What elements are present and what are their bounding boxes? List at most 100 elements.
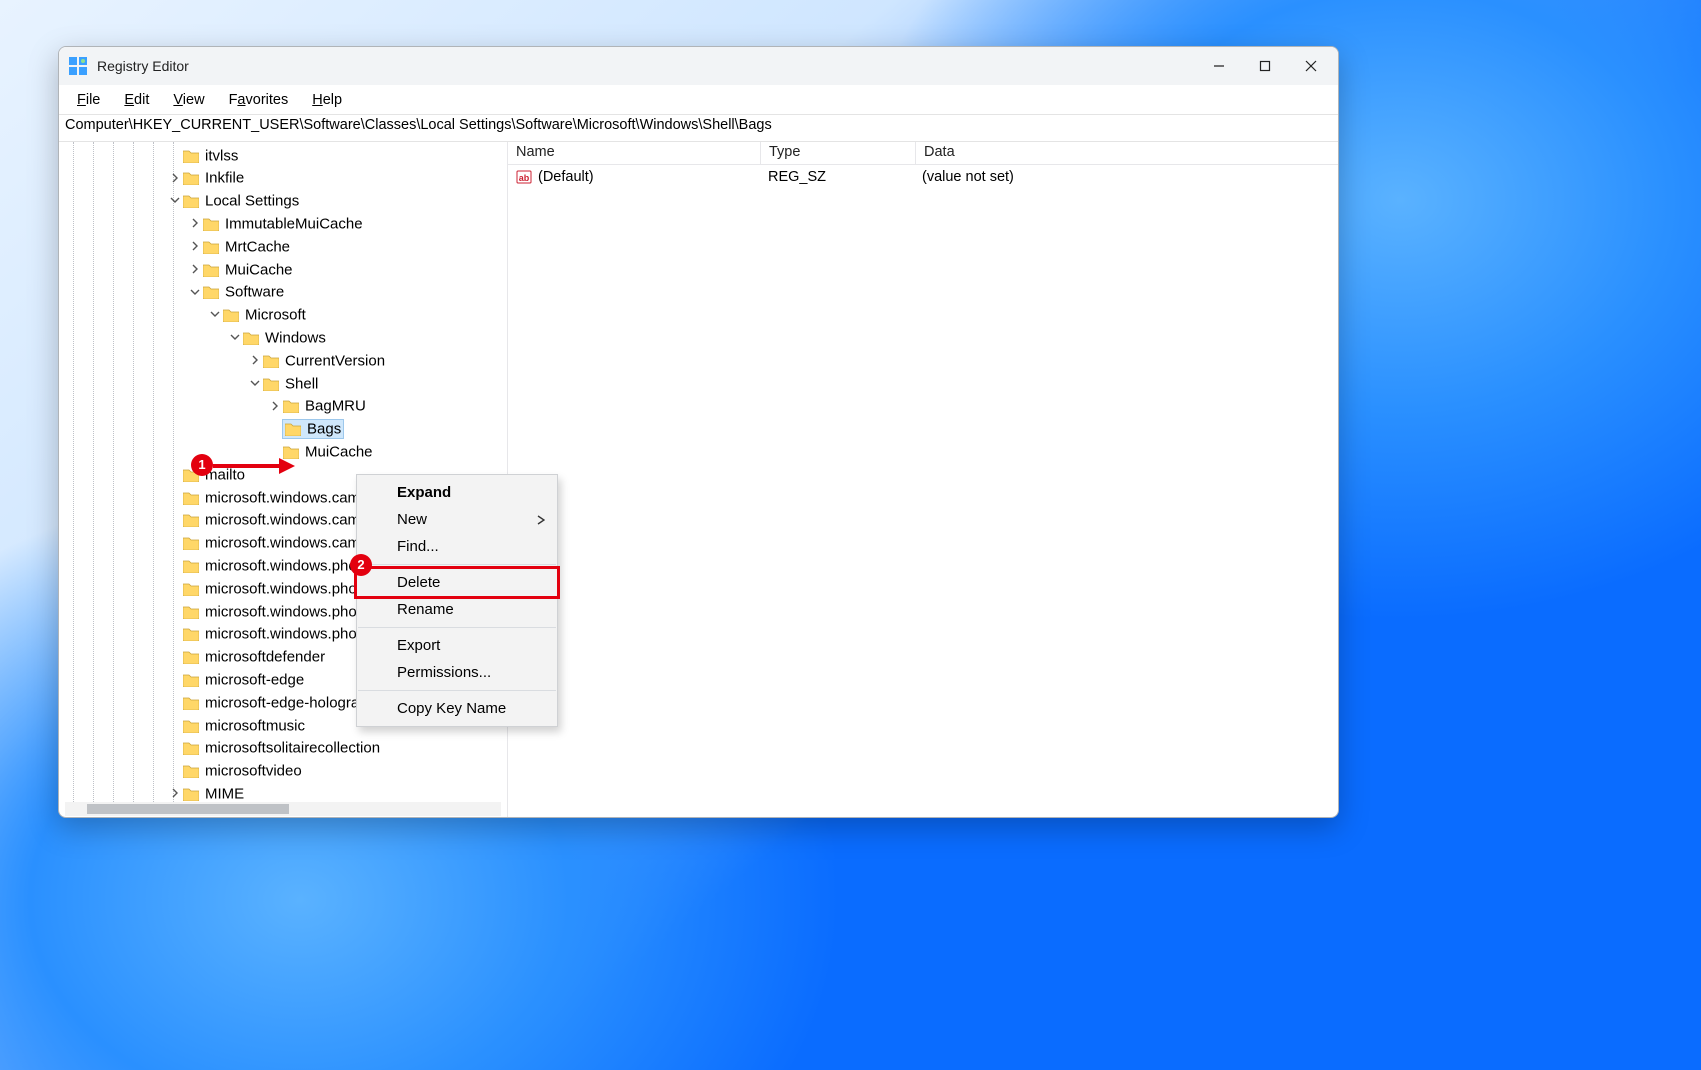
- menu-item-rename[interactable]: Rename: [357, 596, 557, 623]
- folder-icon: [263, 377, 279, 391]
- menu-edit[interactable]: Edit: [114, 90, 159, 110]
- tree-node-label: microsoftdefender: [205, 649, 325, 666]
- menu-item-new[interactable]: New: [357, 506, 557, 533]
- header-type[interactable]: Type: [761, 142, 916, 164]
- tree-node-label: MIME: [205, 785, 244, 802]
- folder-icon: [183, 764, 199, 778]
- menu-item-permissions[interactable]: Permissions...: [357, 659, 557, 686]
- menu-separator: [358, 627, 556, 628]
- menu-item-export[interactable]: Export: [357, 632, 557, 659]
- tree-hscrollbar[interactable]: [65, 802, 501, 816]
- annotation-badge-2: 2: [350, 554, 372, 576]
- tree-node-local-settings[interactable]: Local Settings: [59, 190, 507, 213]
- folder-icon: [223, 308, 239, 322]
- folder-icon: [183, 605, 199, 619]
- menu-view[interactable]: View: [163, 90, 214, 110]
- folder-icon: [183, 491, 199, 505]
- tree-node-mrtcache[interactable]: MrtCache: [59, 235, 507, 258]
- tree-node-label: microsoftvideo: [205, 763, 302, 780]
- menu-item-expand[interactable]: Expand: [357, 479, 557, 506]
- header-data[interactable]: Data: [916, 142, 1338, 164]
- tree-node-label: microsoft-edge: [205, 671, 304, 688]
- tree-node-windows[interactable]: Windows: [59, 326, 507, 349]
- menu-item-copy-key-name[interactable]: Copy Key Name: [357, 695, 557, 722]
- address-bar[interactable]: Computer\HKEY_CURRENT_USER\Software\Clas…: [59, 114, 1338, 142]
- context-menu: ExpandNewFind... DeleteRename ExportPermis…: [356, 474, 558, 727]
- menu-help[interactable]: Help: [302, 90, 352, 110]
- folder-icon: [183, 787, 199, 801]
- value-row[interactable]: ab(Default)REG_SZ(value not set): [508, 165, 1338, 189]
- tree-node-microsoftsolitairecollection[interactable]: microsoftsolitairecollection: [59, 737, 507, 760]
- folder-icon: [183, 696, 199, 710]
- expand-toggle[interactable]: [267, 398, 283, 415]
- folder-icon: [203, 217, 219, 231]
- minimize-button[interactable]: [1196, 47, 1242, 85]
- annotation-arrow: [213, 456, 295, 476]
- tree-node-label: Software: [225, 284, 284, 301]
- folder-icon: [285, 422, 301, 436]
- tree-node-label: Bags: [307, 421, 341, 438]
- annotation-badge-1: 1: [191, 454, 213, 476]
- tree-node-label: Shell: [285, 375, 318, 392]
- expand-toggle[interactable]: [247, 352, 263, 369]
- tree-node-label: ImmutableMuiCache: [225, 216, 363, 233]
- expand-toggle[interactable]: [187, 215, 203, 232]
- tree-node-label: BagMRU: [305, 398, 366, 415]
- folder-icon: [183, 171, 199, 185]
- folder-icon: [243, 331, 259, 345]
- titlebar[interactable]: Registry Editor: [59, 47, 1338, 86]
- tree-node-shell[interactable]: Shell: [59, 372, 507, 395]
- tree-node-label: CurrentVersion: [285, 352, 385, 369]
- maximize-button[interactable]: [1242, 47, 1288, 85]
- folder-icon: [183, 513, 199, 527]
- menubar: File Edit View Favorites Help: [59, 86, 1338, 114]
- expand-toggle[interactable]: [247, 375, 263, 392]
- expand-toggle[interactable]: [167, 170, 183, 187]
- expand-toggle[interactable]: [187, 238, 203, 255]
- folder-icon: [203, 240, 219, 254]
- string-value-icon: ab: [516, 169, 532, 185]
- desktop-background: Registry Editor File Edit View Favorites…: [0, 0, 1701, 1070]
- menu-item-delete[interactable]: Delete: [357, 569, 557, 596]
- tree-node-label: MrtCache: [225, 238, 290, 255]
- tree-node-label: MuiCache: [305, 444, 373, 461]
- tree-node-label: microsoftmusic: [205, 717, 305, 734]
- registry-editor-window: Registry Editor File Edit View Favorites…: [58, 46, 1339, 818]
- scrollbar-thumb[interactable]: [87, 804, 289, 814]
- expand-toggle[interactable]: [207, 306, 223, 323]
- menu-item-find[interactable]: Find...: [357, 533, 557, 560]
- tree-node-bags[interactable]: Bags: [59, 418, 507, 441]
- tree-node-label: Microsoft: [245, 307, 306, 324]
- folder-icon: [183, 536, 199, 550]
- folder-icon: [203, 285, 219, 299]
- tree-node-bagmru[interactable]: BagMRU: [59, 395, 507, 418]
- folder-icon: [283, 399, 299, 413]
- expand-toggle[interactable]: [227, 329, 243, 346]
- close-button[interactable]: [1288, 47, 1334, 85]
- window-title: Registry Editor: [97, 58, 189, 74]
- expand-toggle[interactable]: [167, 785, 183, 802]
- tree-node-itvlss[interactable]: itvlss: [59, 144, 507, 167]
- value-list-pane[interactable]: Name Type Data ab(Default)REG_SZ(value n…: [508, 142, 1338, 818]
- tree-node-muicache[interactable]: MuiCache: [59, 258, 507, 281]
- expand-toggle[interactable]: [187, 284, 203, 301]
- tree-node-currentversion[interactable]: CurrentVersion: [59, 349, 507, 372]
- list-header[interactable]: Name Type Data: [508, 142, 1338, 165]
- tree-node-microsoftvideo[interactable]: microsoftvideo: [59, 760, 507, 783]
- tree-node-inkfile[interactable]: Inkfile: [59, 167, 507, 190]
- folder-icon: [183, 673, 199, 687]
- folder-icon: [263, 354, 279, 368]
- folder-icon: [203, 263, 219, 277]
- menu-file-rest: ile: [86, 92, 101, 108]
- expand-toggle[interactable]: [187, 261, 203, 278]
- submenu-arrow-icon: [537, 513, 545, 528]
- menu-favorites[interactable]: Favorites: [219, 90, 299, 110]
- tree-node-software[interactable]: Software: [59, 281, 507, 304]
- tree-node-immutablemuicache[interactable]: ImmutableMuiCache: [59, 212, 507, 235]
- expand-toggle[interactable]: [167, 192, 183, 209]
- body: itvlssInkfileLocal Settings ImmutableMuiC…: [59, 142, 1338, 818]
- tree-node-microsoft[interactable]: Microsoft: [59, 304, 507, 327]
- menu-file[interactable]: File: [67, 90, 110, 110]
- folder-icon: [183, 627, 199, 641]
- header-name[interactable]: Name: [508, 142, 761, 164]
